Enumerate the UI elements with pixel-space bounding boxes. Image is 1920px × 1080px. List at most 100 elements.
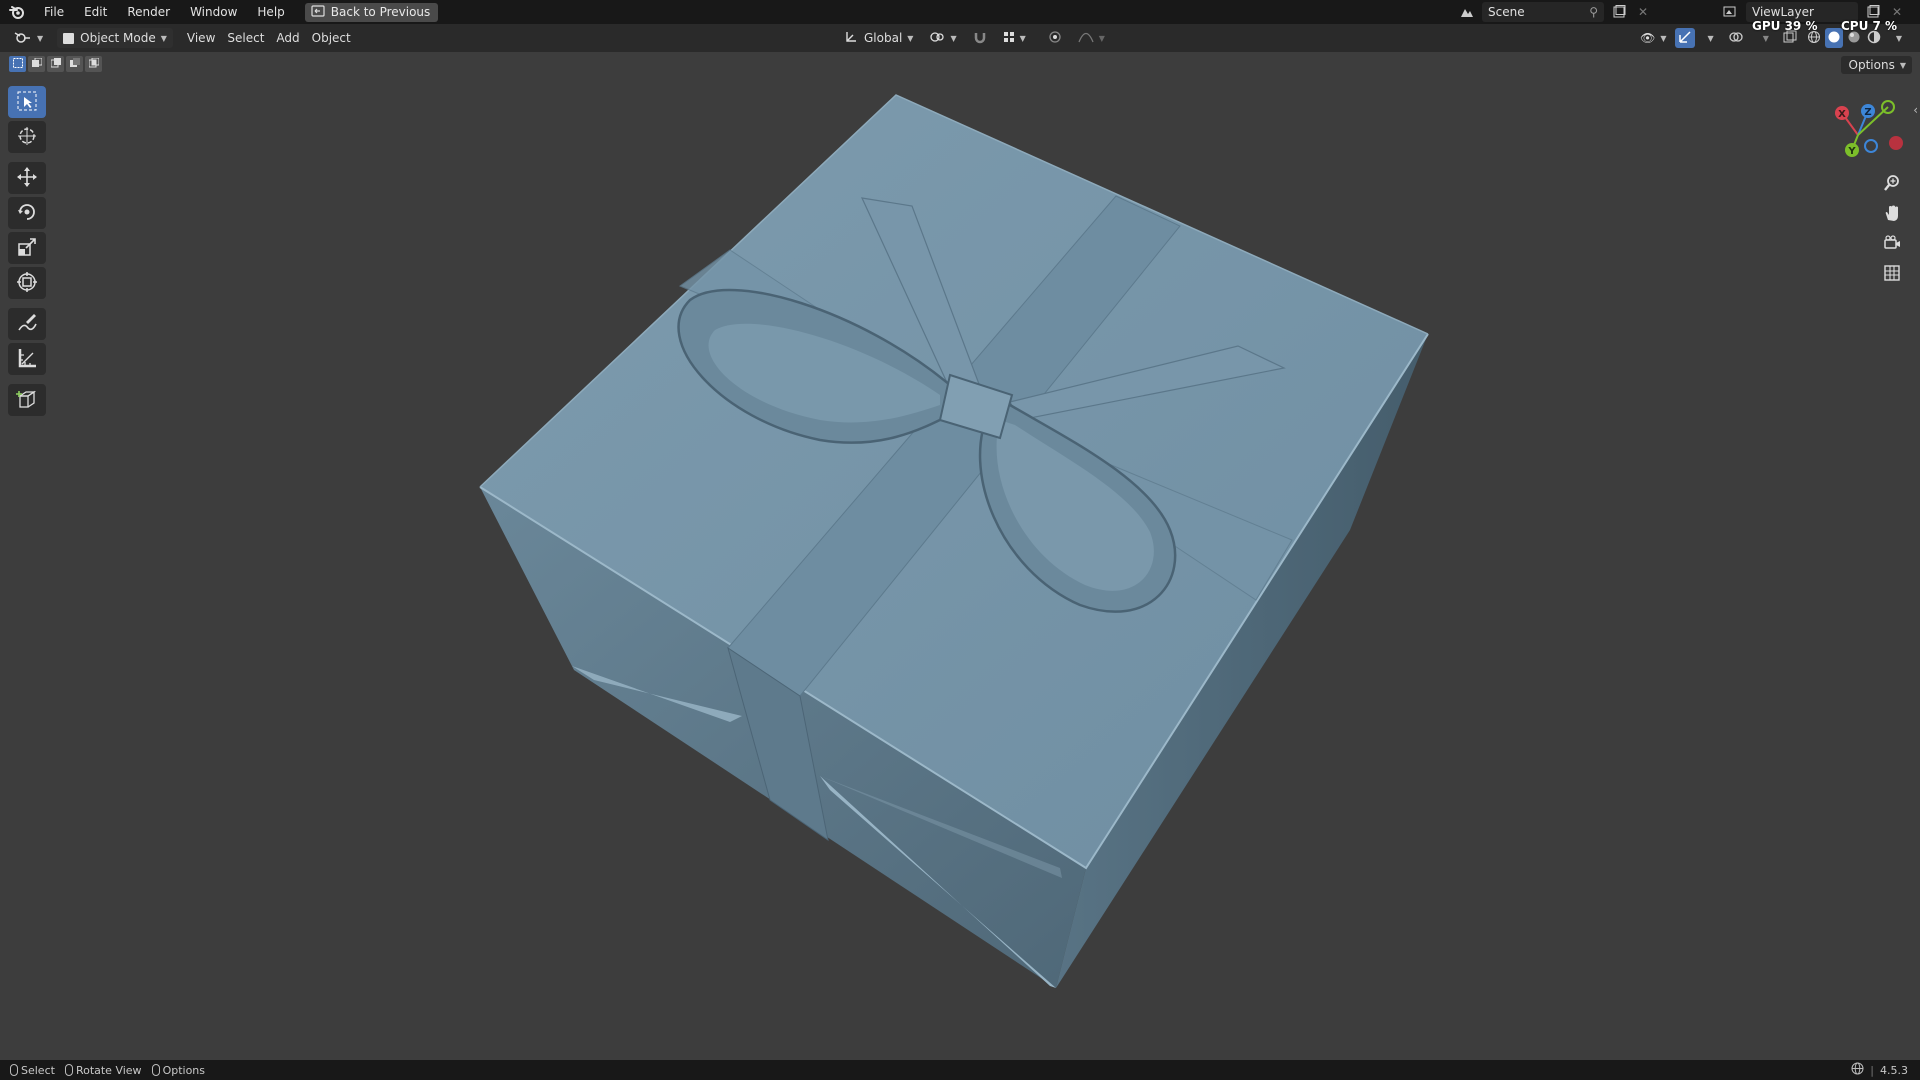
viewport-options-button[interactable]: Options ▼	[1840, 56, 1912, 74]
perspective-toggle-button[interactable]	[1878, 260, 1906, 288]
select-subtract-button[interactable]	[47, 56, 64, 72]
tool-move[interactable]	[8, 162, 46, 194]
zoom-magnifier-icon	[1883, 174, 1901, 195]
orientation-axes-icon	[844, 30, 858, 47]
view-layer-icon[interactable]	[1722, 3, 1740, 21]
select-invert-icon	[69, 57, 80, 71]
overlay-toggle[interactable]	[1722, 28, 1750, 48]
magnet-icon	[973, 30, 987, 47]
rotate-icon	[16, 201, 38, 226]
pivot-point-dropdown[interactable]: ▼	[923, 28, 962, 48]
editor-type-dropdown[interactable]: ▼	[8, 28, 49, 48]
pivot-icon	[929, 30, 945, 47]
pin-icon[interactable]: ⚲	[1589, 5, 1598, 19]
eye-icon: 👁	[1640, 31, 1656, 45]
annotate-pencil-icon	[16, 312, 38, 337]
tool-cursor[interactable]	[8, 121, 46, 153]
tool-annotate[interactable]	[8, 308, 46, 340]
back-to-previous-button[interactable]: Back to Previous	[304, 2, 439, 22]
measure-ruler-icon	[16, 347, 38, 372]
tool-shelf	[8, 86, 48, 419]
gizmo-z-neg-axis[interactable]	[1864, 139, 1878, 153]
falloff-curve-icon	[1078, 31, 1094, 46]
menu-render[interactable]: Render	[117, 0, 180, 24]
3d-viewport[interactable]: X Z Y	[0, 52, 1920, 1060]
select-subtract-icon	[50, 57, 61, 71]
view-layer-name: ViewLayer	[1752, 5, 1814, 19]
gizmo-x-neg-axis[interactable]	[1889, 136, 1903, 150]
object-mode-icon	[63, 32, 75, 44]
select-intersect-icon	[88, 57, 99, 71]
gizmo-dropdown[interactable]: ▼	[1697, 28, 1720, 48]
mouse-left-icon	[10, 1064, 18, 1076]
visibility-dropdown[interactable]: 👁 ▼	[1634, 28, 1672, 48]
menu-edit[interactable]: Edit	[74, 0, 117, 24]
select-intersect-button[interactable]	[85, 56, 102, 72]
scene-field[interactable]: Scene ⚲	[1482, 2, 1604, 22]
camera-icon	[1883, 234, 1901, 255]
transform-icon	[16, 271, 38, 296]
snap-target-dropdown[interactable]: ▼	[997, 28, 1032, 48]
navigation-gizmo[interactable]: X Z Y	[1835, 100, 1903, 157]
version-info: | 4.5.3	[1851, 1060, 1908, 1080]
menu-select[interactable]: Select	[221, 28, 270, 48]
selection-modes	[9, 56, 102, 72]
sidebar-toggle-icon[interactable]: ‹	[1913, 103, 1918, 117]
status-bar: Select Rotate View Options | 4.5.3	[0, 1060, 1920, 1080]
solid-sphere-icon	[1827, 30, 1841, 47]
select-set-icon	[12, 57, 23, 71]
proportional-edit-icon	[1048, 30, 1062, 47]
snap-toggle[interactable]	[967, 28, 993, 48]
camera-view-button[interactable]	[1878, 230, 1906, 258]
select-invert-button[interactable]	[66, 56, 83, 72]
menu-object[interactable]: Object	[306, 28, 357, 48]
3d-cursor-icon	[16, 125, 38, 150]
remove-scene-icon[interactable]: ✕	[1634, 3, 1652, 21]
blender-logo-icon[interactable]	[0, 0, 34, 24]
falloff-dropdown[interactable]: ▼	[1072, 28, 1111, 48]
snap-grid-icon	[1003, 31, 1015, 46]
blender-version: 4.5.3	[1880, 1063, 1908, 1077]
tool-rotate[interactable]	[8, 197, 46, 229]
gizmo-x-label: X	[1838, 109, 1846, 120]
pan-button[interactable]	[1878, 200, 1906, 228]
screen-back-icon	[311, 4, 325, 20]
zoom-button[interactable]	[1878, 170, 1906, 198]
tool-select-box[interactable]	[8, 86, 46, 118]
back-to-previous-label: Back to Previous	[330, 5, 431, 19]
status-select-hint: Select	[10, 1064, 55, 1077]
gizmo-toggle[interactable]	[1674, 28, 1695, 48]
scene-name: Scene	[1488, 5, 1525, 19]
transform-orientation-dropdown[interactable]: Global ▼	[838, 28, 919, 48]
menu-help[interactable]: Help	[247, 0, 294, 24]
gizmo-z-label: Z	[1864, 107, 1871, 118]
select-set-button[interactable]	[9, 56, 26, 72]
mouse-middle-icon	[64, 1064, 73, 1076]
select-box-icon	[16, 90, 38, 115]
tool-scale[interactable]	[8, 232, 46, 264]
tool-add-cube[interactable]	[8, 384, 46, 416]
gpu-usage: GPU 39 %	[1752, 19, 1818, 33]
tool-measure[interactable]	[8, 343, 46, 375]
tool-transform[interactable]	[8, 267, 46, 299]
status-rotate-label: Rotate View	[75, 1063, 142, 1077]
select-extend-button[interactable]	[28, 56, 45, 72]
menu-file[interactable]: File	[34, 0, 74, 24]
overlay-icon	[1728, 30, 1744, 47]
add-cube-icon	[16, 388, 38, 413]
cpu-usage: CPU 7 %	[1841, 19, 1898, 33]
menu-window[interactable]: Window	[180, 0, 247, 24]
gift-box-object[interactable]	[479, 94, 1429, 988]
menu-add[interactable]: Add	[270, 28, 305, 48]
top-menu-bar: File Edit Render Window Help Back to Pre…	[0, 0, 1920, 24]
menu-view[interactable]: View	[181, 28, 221, 48]
mouse-right-icon	[151, 1064, 160, 1076]
new-scene-icon[interactable]	[1610, 3, 1628, 21]
proportional-edit-toggle[interactable]	[1042, 28, 1068, 48]
object-mode-dropdown[interactable]: Object Mode ▼	[57, 28, 173, 48]
globe-icon[interactable]	[1851, 1062, 1864, 1078]
scene-selector-icon[interactable]	[1458, 3, 1476, 21]
gizmo-y-label: Y	[1847, 146, 1856, 157]
scale-icon	[16, 236, 38, 261]
gizmo-icon	[1678, 30, 1692, 47]
